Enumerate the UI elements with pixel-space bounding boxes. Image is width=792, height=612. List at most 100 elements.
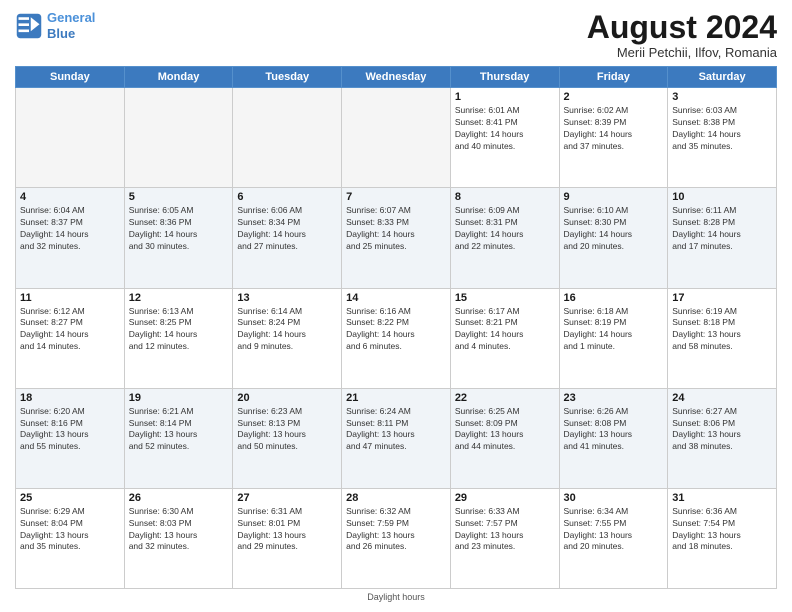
day-info: Sunrise: 6:25 AM Sunset: 8:09 PM Dayligh… [455,406,555,454]
calendar-cell: 2Sunrise: 6:02 AM Sunset: 8:39 PM Daylig… [559,88,668,188]
day-info: Sunrise: 6:16 AM Sunset: 8:22 PM Dayligh… [346,306,446,354]
logo: General Blue [15,10,95,41]
calendar-cell: 13Sunrise: 6:14 AM Sunset: 8:24 PM Dayli… [233,288,342,388]
day-info: Sunrise: 6:20 AM Sunset: 8:16 PM Dayligh… [20,406,120,454]
day-info: Sunrise: 6:29 AM Sunset: 8:04 PM Dayligh… [20,506,120,554]
calendar-cell: 15 Sunrise: 6:17 AM Sunset: 8:21 PM Dayli… [450,288,559,388]
day-number: 21 [346,392,446,404]
day-info: Sunrise: 6:05 AM Sunset: 8:36 PM Dayligh… [129,205,229,253]
day-number: 9 [564,191,664,203]
calendar-cell: 19Sunrise: 6:21 AM Sunset: 8:14 PM Dayli… [124,388,233,488]
calendar-week-3: 11 Sunrise: 6:12 AM Sunset: 8:27 PM Dayli… [16,288,777,388]
calendar-cell: 25 Sunrise: 6:29 AM Sunset: 8:04 PM Dayli… [16,488,125,588]
day-number: 8 [455,191,555,203]
day-number: 6 [237,191,337,203]
calendar-cell: 27 Sunrise: 6:31 AM Sunset: 8:01 PM Dayli… [233,488,342,588]
calendar-cell: 5 Sunrise: 6:05 AM Sunset: 8:36 PM Daylig… [124,188,233,288]
logo-icon [15,12,43,40]
calendar-cell: 17 Sunrise: 6:19 AM Sunset: 8:18 PM Dayli… [668,288,777,388]
day-number: 2 [564,91,664,103]
calendar-cell: 23Sunrise: 6:26 AM Sunset: 8:08 PM Dayli… [559,388,668,488]
calendar-header-tuesday: Tuesday [233,67,342,88]
location-subtitle: Merii Petchii, Ilfov, Romania [587,45,777,60]
day-info: Sunrise: 6:24 AM Sunset: 8:11 PM Dayligh… [346,406,446,454]
header: General Blue August 2024 Merii Petchii, … [15,10,777,60]
day-number: 12 [129,292,229,304]
calendar-cell: 22 Sunrise: 6:25 AM Sunset: 8:09 PM Dayli… [450,388,559,488]
title-block: August 2024 Merii Petchii, Ilfov, Romani… [587,10,777,60]
day-number: 11 [20,292,120,304]
calendar-cell: 29Sunrise: 6:33 AM Sunset: 7:57 PM Dayli… [450,488,559,588]
calendar-cell: 31Sunrise: 6:36 AM Sunset: 7:54 PM Dayli… [668,488,777,588]
day-number: 4 [20,191,120,203]
calendar-cell: 28 Sunrise: 6:32 AM Sunset: 7:59 PM Dayli… [342,488,451,588]
calendar-week-2: 4 Sunrise: 6:04 AM Sunset: 8:37 PM Daylig… [16,188,777,288]
calendar-header-saturday: Saturday [668,67,777,88]
day-info: Sunrise: 6:27 AM Sunset: 8:06 PM Dayligh… [672,406,772,454]
day-number: 26 [129,492,229,504]
calendar-week-1: 1Sunrise: 6:01 AM Sunset: 8:41 PM Daylig… [16,88,777,188]
calendar-cell: 26Sunrise: 6:30 AM Sunset: 8:03 PM Dayli… [124,488,233,588]
day-number: 13 [237,292,337,304]
calendar-week-4: 18 Sunrise: 6:20 AM Sunset: 8:16 PM Dayli… [16,388,777,488]
calendar-cell: 6 Sunrise: 6:06 AM Sunset: 8:34 PM Daylig… [233,188,342,288]
day-info: Sunrise: 6:34 AM Sunset: 7:55 PM Dayligh… [564,506,664,554]
day-info: Sunrise: 6:21 AM Sunset: 8:14 PM Dayligh… [129,406,229,454]
day-number: 29 [455,492,555,504]
logo-line1: General [47,10,95,25]
logo-line2: Blue [47,26,75,41]
calendar-cell: 10Sunrise: 6:11 AM Sunset: 8:28 PM Dayli… [668,188,777,288]
calendar-header-monday: Monday [124,67,233,88]
calendar-cell [16,88,125,188]
calendar-cell: 21 Sunrise: 6:24 AM Sunset: 8:11 PM Dayli… [342,388,451,488]
page: General Blue August 2024 Merii Petchii, … [0,0,792,612]
day-number: 15 [455,292,555,304]
calendar-cell: 18 Sunrise: 6:20 AM Sunset: 8:16 PM Dayli… [16,388,125,488]
calendar-cell: 12 Sunrise: 6:13 AM Sunset: 8:25 PM Dayli… [124,288,233,388]
calendar-header-row: SundayMondayTuesdayWednesdayThursdayFrid… [16,67,777,88]
day-number: 27 [237,492,337,504]
day-info: Sunrise: 6:17 AM Sunset: 8:21 PM Dayligh… [455,306,555,354]
calendar-header-wednesday: Wednesday [342,67,451,88]
day-number: 28 [346,492,446,504]
day-info: Sunrise: 6:19 AM Sunset: 8:18 PM Dayligh… [672,306,772,354]
day-info: Sunrise: 6:06 AM Sunset: 8:34 PM Dayligh… [237,205,337,253]
calendar-cell: 14 Sunrise: 6:16 AM Sunset: 8:22 PM Dayli… [342,288,451,388]
footer-note: Daylight hours [15,592,777,602]
day-number: 22 [455,392,555,404]
day-info: Sunrise: 6:10 AM Sunset: 8:30 PM Dayligh… [564,205,664,253]
day-number: 18 [20,392,120,404]
day-info: Sunrise: 6:09 AM Sunset: 8:31 PM Dayligh… [455,205,555,253]
calendar-cell: 3 Sunrise: 6:03 AM Sunset: 8:38 PM Daylig… [668,88,777,188]
day-info: Sunrise: 6:11 AM Sunset: 8:28 PM Dayligh… [672,205,772,253]
calendar-header-friday: Friday [559,67,668,88]
day-number: 3 [672,91,772,103]
day-info: Sunrise: 6:03 AM Sunset: 8:38 PM Dayligh… [672,105,772,153]
day-number: 5 [129,191,229,203]
day-number: 14 [346,292,446,304]
calendar-week-5: 25 Sunrise: 6:29 AM Sunset: 8:04 PM Dayli… [16,488,777,588]
calendar-cell: 11 Sunrise: 6:12 AM Sunset: 8:27 PM Dayli… [16,288,125,388]
day-info: Sunrise: 6:12 AM Sunset: 8:27 PM Dayligh… [20,306,120,354]
calendar-cell: 20Sunrise: 6:23 AM Sunset: 8:13 PM Dayli… [233,388,342,488]
calendar-cell: 7Sunrise: 6:07 AM Sunset: 8:33 PM Daylig… [342,188,451,288]
day-info: Sunrise: 6:26 AM Sunset: 8:08 PM Dayligh… [564,406,664,454]
logo-text: General Blue [47,10,95,41]
day-number: 25 [20,492,120,504]
day-info: Sunrise: 6:31 AM Sunset: 8:01 PM Dayligh… [237,506,337,554]
day-info: Sunrise: 6:13 AM Sunset: 8:25 PM Dayligh… [129,306,229,354]
calendar-cell: 1Sunrise: 6:01 AM Sunset: 8:41 PM Daylig… [450,88,559,188]
day-number: 31 [672,492,772,504]
day-number: 20 [237,392,337,404]
calendar-cell: 8 Sunrise: 6:09 AM Sunset: 8:31 PM Daylig… [450,188,559,288]
month-title: August 2024 [587,10,777,45]
day-info: Sunrise: 6:04 AM Sunset: 8:37 PM Dayligh… [20,205,120,253]
calendar-table: SundayMondayTuesdayWednesdayThursdayFrid… [15,66,777,589]
day-number: 17 [672,292,772,304]
day-info: Sunrise: 6:32 AM Sunset: 7:59 PM Dayligh… [346,506,446,554]
calendar-cell: 24Sunrise: 6:27 AM Sunset: 8:06 PM Dayli… [668,388,777,488]
day-number: 7 [346,191,446,203]
calendar-cell: 4 Sunrise: 6:04 AM Sunset: 8:37 PM Daylig… [16,188,125,288]
calendar-cell [124,88,233,188]
calendar-cell [342,88,451,188]
